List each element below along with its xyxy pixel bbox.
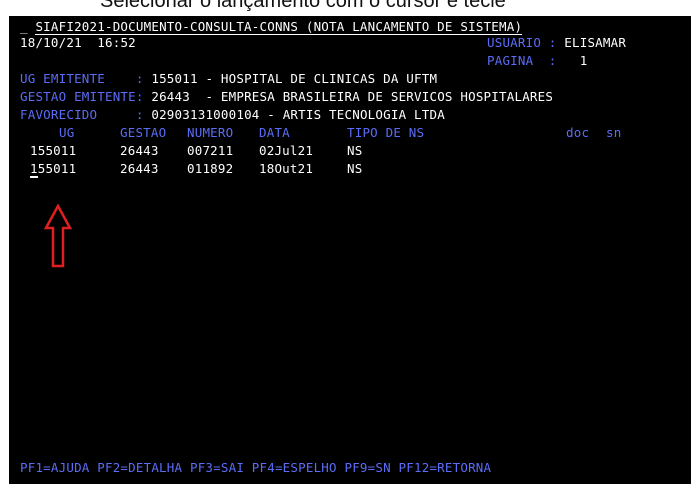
- function-keys-bar: PF1=AJUDA PF2=DETALHA PF3=SAI PF4=ESPELH…: [20, 460, 492, 475]
- favorecido-value: 02903131000104 - ARTIS TECNOLOGIA LTDA: [151, 107, 445, 122]
- row-gestao: 26443: [120, 143, 159, 158]
- screen-title-row: _ SIAFI2021-DOCUMENTO-CONSULTA-CONNS (NO…: [20, 19, 523, 35]
- gestao-emitente-label: GESTAO EMITENTE:: [20, 89, 144, 104]
- ug-emitente-row: UG EMITENTE : 155011 - HOSPITAL DE CLINI…: [20, 71, 437, 87]
- row-gestao: 26443: [120, 161, 159, 176]
- caption-text: Selecionar o lançamento com o cursor e t…: [100, 0, 506, 12]
- col-header-doc: doc: [566, 125, 590, 140]
- screen-time: 16:52: [97, 35, 136, 50]
- row-tipo: NS: [347, 143, 363, 158]
- row-ug: 155011: [30, 161, 77, 178]
- ug-emitente-label: UG EMITENTE :: [20, 71, 144, 86]
- usuario-value: ELISAMAR: [564, 35, 627, 50]
- row-data: 02Jul21: [259, 143, 314, 158]
- ug-emitente-value: 155011 - HOSPITAL DE CLINICAS DA UFTM: [151, 71, 438, 86]
- usuario-row: USUARIO : ELISAMAR: [487, 35, 626, 51]
- gestao-emitente-value: 26443 - EMPRESA BRASILEIRA DE SERVICOS H…: [151, 89, 554, 104]
- terminal-screen: _ SIAFI2021-DOCUMENTO-CONSULTA-CONNS (NO…: [9, 16, 691, 484]
- date-time-row: 18/10/21 16:52: [20, 35, 136, 51]
- row-numero: 011892: [187, 161, 234, 176]
- pagina-label: PAGINA :: [487, 53, 557, 68]
- col-header-ug: UG: [59, 125, 75, 140]
- row-numero: 007211: [187, 143, 234, 158]
- favorecido-label: FAVORECIDO :: [20, 107, 144, 122]
- col-header-numero: NUMERO: [187, 125, 234, 140]
- favorecido-row: FAVORECIDO : 02903131000104 - ARTIS TECN…: [20, 107, 445, 123]
- col-header-gestao: GESTAO: [120, 125, 167, 140]
- row-ug: 155011: [30, 143, 77, 158]
- col-header-sn: sn: [606, 125, 622, 140]
- col-header-data: DATA: [259, 125, 290, 140]
- screen-title: SIAFI2021-DOCUMENTO-CONSULTA-CONNS (NOTA…: [35, 19, 523, 35]
- row-tipo: NS: [347, 161, 363, 176]
- gestao-emitente-row: GESTAO EMITENTE: 26443 - EMPRESA BRASILE…: [20, 89, 553, 105]
- pagina-row: PAGINA : 1: [487, 53, 587, 69]
- col-header-tipo: TIPO DE NS: [347, 125, 425, 140]
- row-data: 18Out21: [259, 161, 314, 176]
- pagina-value: 1: [579, 53, 588, 68]
- red-up-arrow-icon: [44, 204, 72, 268]
- usuario-label: USUARIO :: [487, 35, 557, 50]
- screen-date: 18/10/21: [20, 35, 82, 50]
- text-cursor[interactable]: 1: [30, 161, 38, 178]
- instruction-caption: Selecionar o lançamento com o cursor e t…: [0, 0, 698, 16]
